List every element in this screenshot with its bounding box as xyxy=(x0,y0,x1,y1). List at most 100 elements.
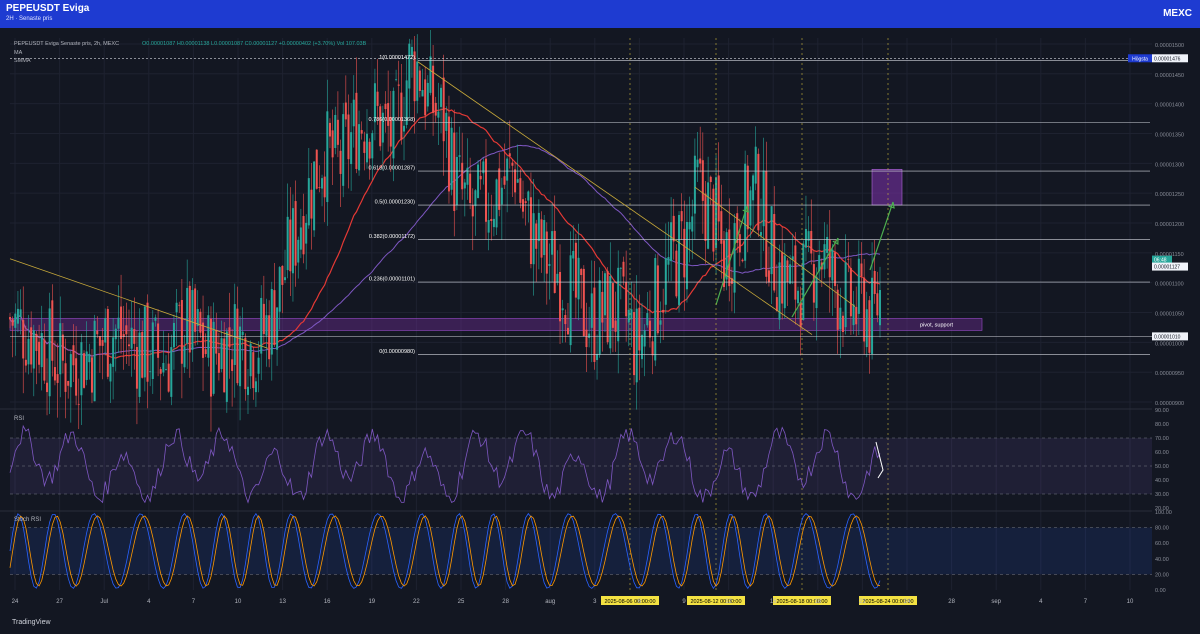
candle xyxy=(236,308,239,384)
candle xyxy=(596,353,599,361)
candle xyxy=(434,102,437,116)
fib-level-label: 0.618(0.00001287) xyxy=(369,166,416,172)
candle xyxy=(699,158,702,164)
candle xyxy=(802,243,805,320)
candle xyxy=(498,168,501,210)
candle xyxy=(574,242,577,298)
candle xyxy=(696,159,699,168)
candle xyxy=(228,327,231,348)
candle xyxy=(302,216,305,255)
x-tick-label: 24 xyxy=(12,599,19,605)
candle xyxy=(310,189,313,219)
candle xyxy=(527,191,530,201)
fib-level-label: 0.382(0.00001172) xyxy=(369,234,415,240)
candle xyxy=(648,320,651,338)
candle xyxy=(371,133,374,159)
high-tag-label: Högsta xyxy=(1132,56,1148,62)
x-tick-label: 21 xyxy=(859,599,866,605)
candle xyxy=(32,330,35,369)
candle xyxy=(752,175,755,201)
candle xyxy=(59,323,62,375)
candle xyxy=(572,250,575,259)
candle xyxy=(360,130,363,134)
stoch-pane-label: Stoch RSI xyxy=(14,517,41,523)
candle xyxy=(654,258,657,361)
candle xyxy=(775,297,778,312)
candle xyxy=(545,231,548,274)
candle xyxy=(754,146,757,184)
candle xyxy=(794,245,797,300)
candle xyxy=(807,231,810,241)
high-price-value: 0.00001476 xyxy=(1154,56,1181,62)
candle xyxy=(220,338,223,369)
candle xyxy=(46,382,49,393)
y-tick-label: 0.00001450 xyxy=(1155,73,1184,79)
candle xyxy=(141,331,144,378)
candle xyxy=(704,193,707,241)
candle xyxy=(350,132,353,165)
candle xyxy=(368,141,371,159)
candle xyxy=(685,221,688,290)
candle xyxy=(519,178,522,203)
candle xyxy=(746,165,749,230)
candle xyxy=(355,92,358,169)
candle xyxy=(252,352,255,389)
fib-level-label: 0.786(0.00001368) xyxy=(369,117,416,123)
y-tick-label: 0.00001050 xyxy=(1155,312,1184,318)
x-tick-label: 16 xyxy=(324,599,331,605)
candle xyxy=(625,282,628,317)
candle xyxy=(812,264,815,303)
candle xyxy=(561,308,564,311)
candle xyxy=(453,132,456,211)
candle xyxy=(106,309,109,377)
x-tick-label: 18 xyxy=(814,599,821,605)
x-tick-label: sep xyxy=(991,599,1001,605)
candle xyxy=(80,342,83,396)
candle xyxy=(424,79,427,116)
rsi-tick-label: 50.00 xyxy=(1155,464,1169,470)
candle xyxy=(19,309,22,318)
candle xyxy=(551,231,554,255)
candle xyxy=(633,312,636,376)
candle xyxy=(781,252,784,304)
candle xyxy=(540,219,543,258)
y-tick-label: 0.00001100 xyxy=(1155,282,1184,288)
fib-level-label: 1(0.00001472) xyxy=(379,55,415,61)
candle xyxy=(408,43,411,89)
x-tick-label: 28 xyxy=(948,599,955,605)
candle xyxy=(495,179,498,228)
stoch-tick-label: 60.00 xyxy=(1155,541,1169,547)
candle xyxy=(90,357,93,393)
legend-ma: MA xyxy=(14,50,23,56)
candle xyxy=(212,321,215,394)
chart-svg[interactable]: pivot, support 1(0.00001472) 0.786(0.0000… xyxy=(0,26,1200,629)
candle xyxy=(598,280,601,355)
candle xyxy=(664,258,667,305)
candle xyxy=(445,112,448,131)
candle xyxy=(75,358,78,396)
candle xyxy=(276,307,279,350)
candle xyxy=(691,216,694,232)
candle xyxy=(524,201,527,204)
candle xyxy=(590,293,593,328)
candle xyxy=(167,363,170,392)
y-tick-label: 0.00001200 xyxy=(1155,222,1184,228)
x-tick-label: 15 xyxy=(770,599,777,605)
candle xyxy=(651,341,654,356)
candle xyxy=(847,258,850,260)
x-tick-label: 13 xyxy=(279,599,286,605)
x-tick-label: 24 xyxy=(904,599,911,605)
candle xyxy=(675,250,678,297)
candle xyxy=(104,318,107,343)
x-tick-label: 10 xyxy=(235,599,242,605)
candle xyxy=(149,371,152,373)
candle xyxy=(112,337,115,367)
candle xyxy=(318,187,321,188)
candle xyxy=(162,362,165,373)
support-zone-label: pivot, support xyxy=(920,322,953,328)
candle xyxy=(828,239,831,278)
candle xyxy=(461,162,464,190)
candle xyxy=(635,308,638,383)
candle xyxy=(765,170,768,277)
candle xyxy=(11,319,14,326)
